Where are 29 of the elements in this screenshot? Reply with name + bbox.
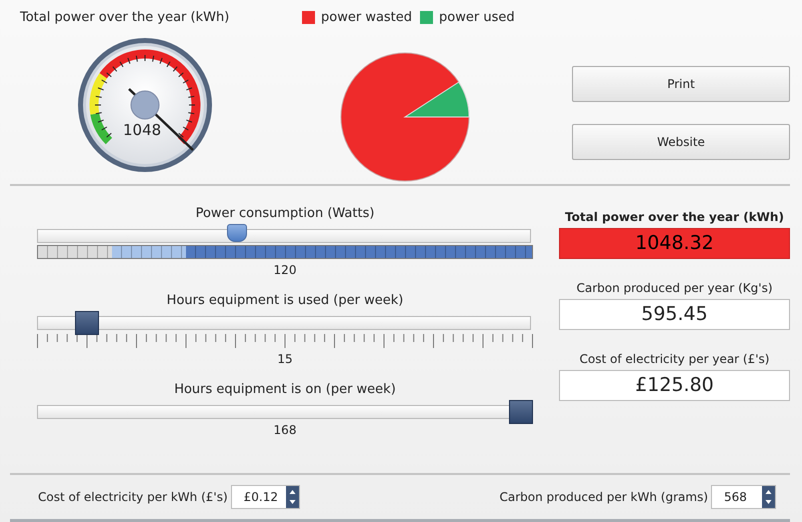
spinner-field[interactable]: £0.12: [230, 485, 300, 509]
slider-label: Hours equipment is used (per week): [166, 293, 404, 308]
spinner-field[interactable]: 568: [711, 485, 776, 509]
slider[interactable]: [37, 400, 533, 424]
output-field: £125.80: [559, 370, 790, 401]
gauge-title: Total power over the year (kWh): [20, 10, 230, 25]
spinner-label: Cost of electricity per kWh (£'s): [38, 490, 228, 504]
slider-label: Hours equipment is on (per week): [173, 382, 397, 397]
legend-label: power wasted: [321, 10, 412, 25]
slider-value: 15: [276, 352, 294, 366]
output-field: 595.45: [559, 299, 790, 330]
action-button[interactable]: Print: [572, 66, 790, 102]
output-field: 1048.32: [559, 228, 790, 259]
output-label: Carbon produced per year (Kg's): [576, 281, 773, 295]
output-label: Total power over the year (kWh): [565, 210, 784, 224]
spinner-arrows-icon[interactable]: [762, 486, 775, 508]
slider-thumb[interactable]: [227, 224, 248, 242]
spinner-label: Carbon produced per kWh (grams): [500, 490, 708, 504]
slider-value: 168: [272, 423, 298, 437]
action-button[interactable]: Website: [572, 124, 790, 160]
legend-label: power used: [439, 10, 515, 25]
spinner-arrows-icon[interactable]: [286, 486, 299, 508]
slider-label: Power consumption (Watts): [194, 206, 376, 221]
output-label: Cost of electricity per year (£'s): [580, 352, 770, 366]
gauge-value: 1048: [123, 121, 162, 139]
slider-thumb[interactable]: [509, 400, 533, 424]
slider-value: 120: [272, 263, 298, 277]
slider-thumb[interactable]: [74, 311, 99, 335]
slider[interactable]: [37, 311, 533, 335]
